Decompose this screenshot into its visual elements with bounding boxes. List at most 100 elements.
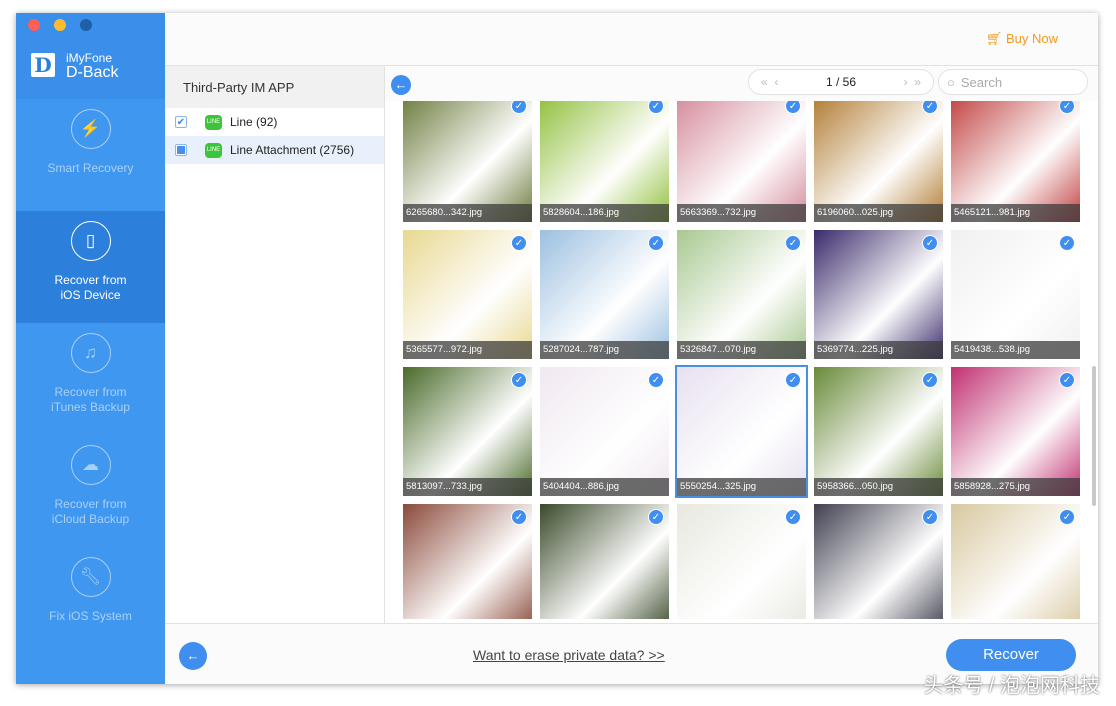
back-button-bottom[interactable]: ← [179,642,207,670]
checkmark-icon[interactable]: ✓ [1059,235,1075,251]
close-button[interactable] [28,19,40,31]
cloud-download-icon: ☁ [70,445,111,485]
photo-tile[interactable]: ✓ 5369774...225.jpg [814,230,943,359]
category-line[interactable]: ✔ LINE Line (92) [165,108,384,136]
checkmark-icon[interactable]: ✓ [922,372,938,388]
wrench-icon: 🔧︎ [70,557,111,597]
file-name: 5369774...225.jpg [814,341,943,359]
photo-tile[interactable]: ✓ 5958366...050.jpg [814,367,943,496]
photo-tile[interactable]: ✓ 5365577...972.jpg [403,230,532,359]
checkmark-icon[interactable]: ✓ [1059,509,1075,525]
checkbox[interactable]: ✔ [175,116,187,128]
photo-grid: ✓ 6265680...342.jpg ✓ 5828604...186.jpg ✓ 566… [403,93,1080,619]
category-line-attachment[interactable]: LINE Line Attachment (2756) [165,136,384,164]
checkmark-icon[interactable]: ✓ [922,235,938,251]
file-name: 6196060...025.jpg [814,204,943,222]
checkbox[interactable] [175,144,187,156]
file-name: 5813097...733.jpg [403,478,532,496]
photo-tile[interactable]: ✓ 5663369...732.jpg [677,93,806,222]
sidebar-item-itunes-backup[interactable]: ♫ Recover from iTunes Backup [16,323,165,435]
photo-tile[interactable]: ✓ 5465121...981.jpg [951,93,1080,222]
search-icon: ○ [947,74,955,90]
brand-name: iMyFone [66,51,113,65]
sidebar: D iMyFone D-Back ⚡ Smart Recovery ▯ Recove… [16,13,165,684]
file-name: 5465121...981.jpg [951,204,1080,222]
file-name: 5858928...275.jpg [951,478,1080,496]
file-name: 5828604...186.jpg [540,204,669,222]
file-name: 5958366...050.jpg [814,478,943,496]
panel-title: Third-Party IM APP [165,66,384,108]
file-name: 5287024...787.jpg [540,341,669,359]
file-name: 6265680...342.jpg [403,204,532,222]
photo-tile[interactable]: ✓ 5858928...275.jpg [951,367,1080,496]
photo-tile[interactable]: ✓ 5828604...186.jpg [540,93,669,222]
photo-tile[interactable]: ✓ [677,504,806,619]
file-name: 5404404...886.jpg [540,478,669,496]
photo-tile[interactable]: ✓ [814,504,943,619]
cart-icon: 🛒︎ [985,31,1006,46]
product-name: D-Back [66,64,119,81]
photo-tile[interactable]: ✓ 5326847...070.jpg [677,230,806,359]
checkmark-icon[interactable]: ✓ [511,372,527,388]
file-name: 5663369...732.jpg [677,204,806,222]
erase-data-link[interactable]: Want to erase private data? >> [473,647,665,663]
file-name: 5326847...070.jpg [677,341,806,359]
last-page-button[interactable]: » [914,75,921,89]
photo-tile[interactable]: ✓ 5419438...538.jpg [951,230,1080,359]
file-name: 5550254...325.jpg [677,478,806,496]
logo-icon: D [31,53,55,77]
scrollbar[interactable] [1092,366,1096,506]
photo-tile[interactable]: ✓ 5287024...787.jpg [540,230,669,359]
category-panel: Third-Party IM APP ✔ LINE Line (92) LINE Li… [165,66,385,623]
photo-tile[interactable]: ✓ 5813097...733.jpg [403,367,532,496]
checkmark-icon[interactable]: ✓ [785,509,801,525]
checkmark-icon[interactable]: ✓ [648,509,664,525]
toolbar: ← « ‹ 1 / 56 › » ○ Search [385,66,1098,101]
music-note-icon: ♫ [70,333,111,373]
logo-area: D iMyFone D-Back [16,13,165,99]
line-app-icon: LINE [205,142,222,158]
sidebar-item-smart-recovery[interactable]: ⚡ Smart Recovery [16,99,165,211]
lightning-refresh-icon: ⚡ [70,109,111,149]
buy-now-button[interactable]: 🛒︎ Buy Now [986,31,1058,47]
app-window: D iMyFone D-Back ⚡ Smart Recovery ▯ Recove… [16,13,1098,684]
zoom-button[interactable] [80,19,92,31]
arrow-left-icon: ← [394,77,408,92]
photo-tile[interactable]: ✓ [951,504,1080,619]
checkmark-icon[interactable]: ✓ [511,235,527,251]
photo-tile[interactable]: ✓ [403,504,532,619]
checkmark-icon[interactable]: ✓ [785,372,801,388]
file-name: 5365577...972.jpg [403,341,532,359]
prev-page-button[interactable]: ‹ [774,75,778,89]
checkmark-icon[interactable]: ✓ [648,235,664,251]
photo-tile[interactable]: ✓ 5550254...325.jpg [675,365,808,498]
page-indicator: 1 / 56 [825,75,857,89]
top-bar: 🛒︎ Buy Now [165,13,1098,66]
photo-tile[interactable]: ✓ [540,504,669,619]
photo-tile[interactable]: ✓ 6265680...342.jpg [403,93,532,222]
minimize-button[interactable] [54,19,66,31]
checkmark-icon[interactable]: ✓ [511,509,527,525]
back-button[interactable]: ← [391,75,411,95]
sidebar-item-ios-device[interactable]: ▯ Recover from iOS Device [16,211,165,323]
sidebar-item-fix-ios[interactable]: 🔧︎ Fix iOS System [16,547,165,659]
line-app-icon: LINE [205,114,222,130]
photo-tile[interactable]: ✓ 5404404...886.jpg [540,367,669,496]
checkmark-icon[interactable]: ✓ [922,509,938,525]
watermark: 头条号 / 泡泡网科技 [923,675,1100,697]
arrow-left-icon: ← [186,648,200,663]
checkmark-icon[interactable]: ✓ [1059,372,1075,388]
window-controls [28,19,92,31]
next-page-button[interactable]: › [904,75,908,89]
phone-refresh-icon: ▯ [70,221,111,261]
photo-tile[interactable]: ✓ 6196060...025.jpg [814,93,943,222]
checkmark-icon[interactable]: ✓ [648,372,664,388]
checkmark-icon[interactable]: ✓ [785,235,801,251]
first-page-button[interactable]: « [761,75,768,89]
content-area: ← « ‹ 1 / 56 › » ○ Search ✓ 6265680...342.… [385,66,1098,623]
file-name: 5419438...538.jpg [951,341,1080,359]
sidebar-item-icloud-backup[interactable]: ☁ Recover from iCloud Backup [16,435,165,547]
search-input[interactable]: ○ Search [938,69,1088,95]
pagination: « ‹ 1 / 56 › » [748,69,934,95]
recover-button[interactable]: Recover [946,639,1076,671]
